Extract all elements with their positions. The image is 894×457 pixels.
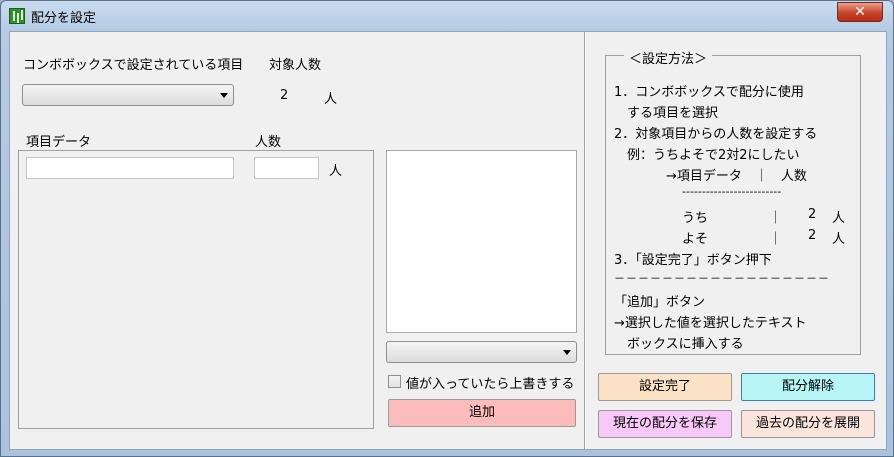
item-data-header: 項目データ	[26, 135, 92, 150]
help-title: ＜設定方法＞	[624, 48, 713, 67]
save-allocation-button[interactable]: 現在の配分を保存	[598, 410, 732, 438]
add-button[interactable]: 追加	[388, 399, 576, 427]
help-line: 2．対象項目からの人数を設定する	[614, 127, 818, 142]
count-field[interactable]	[254, 157, 319, 179]
client-area: コンボボックスで設定されている項目 対象人数 2 人 項目データ 人数 人 値が…	[9, 31, 887, 450]
help-line: →選択した値を選択したテキスト	[614, 316, 807, 331]
overwrite-checkbox[interactable]	[388, 375, 401, 388]
target-count-value: 2	[280, 88, 289, 103]
expand-allocation-button[interactable]: 過去の配分を展開	[741, 410, 875, 438]
help-unit: 人	[832, 211, 846, 226]
value-combobox[interactable]	[386, 341, 577, 363]
item-combobox[interactable]	[22, 84, 234, 106]
item-data-field[interactable]	[26, 157, 234, 179]
help-value: 2	[808, 207, 817, 222]
value-listbox[interactable]	[386, 150, 577, 333]
setting-complete-button[interactable]: 設定完了	[598, 373, 732, 401]
help-line: うち	[682, 211, 709, 226]
help-separator: ｜	[769, 232, 783, 247]
close-button[interactable]: ✕	[837, 2, 883, 22]
section-divider	[584, 32, 586, 449]
help-line: 1．コンボボックスで配分に使用	[614, 85, 804, 100]
row-unit-label: 人	[329, 164, 343, 179]
app-icon	[9, 8, 25, 24]
dialog-window: 配分を設定 ✕ コンボボックスで設定されている項目 対象人数 2 人 項目データ…	[0, 0, 894, 457]
help-line: 「追加」ボタン	[614, 295, 706, 310]
help-unit: 人	[832, 232, 846, 247]
overwrite-label: 値が入っていたら上書きする	[406, 377, 575, 392]
help-line: ボックスに挿入する	[614, 337, 744, 352]
help-value: 2	[808, 228, 817, 243]
target-count-unit: 人	[324, 92, 338, 107]
help-line: →項目データ ｜ 人数	[666, 169, 807, 184]
help-groupbox	[605, 55, 861, 355]
help-line: -------------------------	[682, 185, 782, 198]
window-title: 配分を設定	[31, 11, 97, 26]
combo-label: コンボボックスで設定されている項目	[23, 58, 244, 73]
chevron-down-icon	[220, 93, 228, 98]
count-header: 人数	[255, 135, 282, 150]
help-line: よそ	[682, 232, 709, 247]
help-separator: ｜	[769, 211, 783, 226]
help-line: 例：うちよそで2対2にしたい	[614, 148, 800, 163]
title-bar[interactable]: 配分を設定 ✕	[1, 1, 893, 31]
help-line: する項目を選択	[614, 106, 719, 121]
help-line: －－－－－－－－－－－－－－－－－－	[614, 272, 830, 285]
release-allocation-button[interactable]: 配分解除	[741, 373, 875, 401]
chevron-down-icon	[563, 350, 571, 355]
target-count-label: 対象人数	[269, 58, 322, 73]
item-rows-panel: 人	[18, 150, 374, 429]
help-line: 3．「設定完了」ボタン押下	[614, 253, 772, 268]
